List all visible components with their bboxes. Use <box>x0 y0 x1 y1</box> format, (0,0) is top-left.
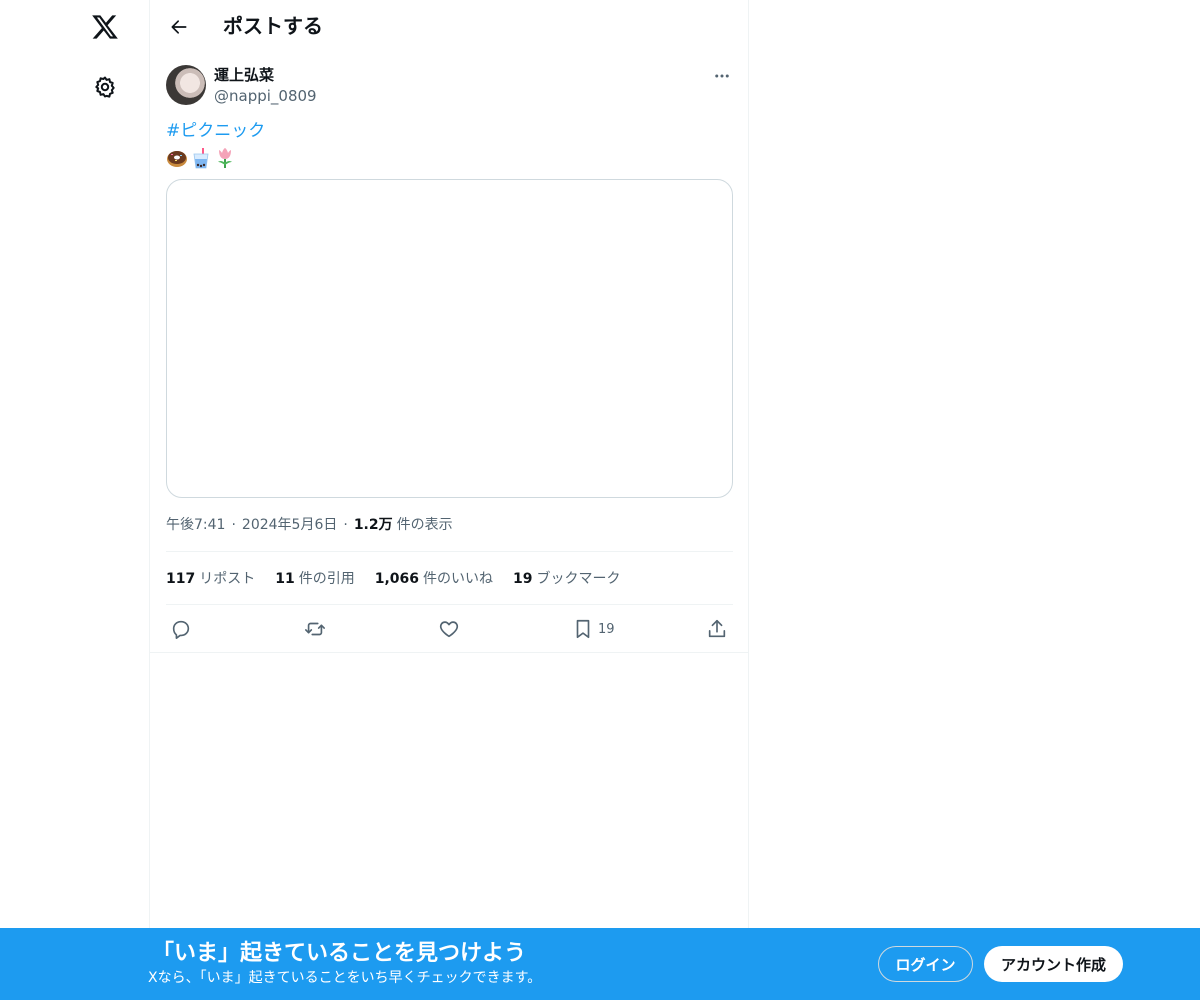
more-options-button[interactable] <box>710 64 734 88</box>
stat-number: 19 <box>513 571 533 587</box>
stat-label: 件のいいね <box>423 571 494 587</box>
repost-icon <box>305 622 325 636</box>
post-date[interactable]: 2024年5月6日 <box>242 515 337 535</box>
avatar[interactable] <box>166 65 206 105</box>
reply-icon <box>172 620 190 639</box>
back-button[interactable] <box>162 10 196 44</box>
bubble-tea-emoji-icon <box>190 147 212 169</box>
divider <box>150 652 748 653</box>
hashtag-link[interactable]: #ピクニック <box>166 121 265 141</box>
share-button[interactable] <box>706 612 728 646</box>
stat-number: 1,066 <box>374 571 420 587</box>
stat-label: ブックマーク <box>536 571 621 587</box>
gear-icon[interactable] <box>88 70 122 104</box>
post-actions: 19 <box>166 612 734 646</box>
stat-number: 11 <box>275 571 295 587</box>
banner-title: 「いま」起きていることを見つけよう <box>152 941 527 966</box>
heart-icon <box>439 621 459 638</box>
share-icon <box>708 619 726 638</box>
post-author: 運上弘菜 @nappi_0809 <box>166 64 734 108</box>
reply-button[interactable] <box>170 612 192 646</box>
post-time[interactable]: 午後7:41 <box>166 515 225 535</box>
left-nav <box>0 0 150 1000</box>
tulip-emoji-icon <box>214 147 236 169</box>
x-logo-icon[interactable] <box>88 10 122 44</box>
stat-likes[interactable]: 1,066 件のいいね <box>375 568 493 590</box>
more-icon <box>715 74 729 78</box>
media-image[interactable] <box>166 179 733 498</box>
post-meta: 午後7:41 · 2024年5月6日 · 1.2万 件の表示 <box>166 515 453 535</box>
separator-dot: · <box>231 517 236 533</box>
stat-label: 件の引用 <box>298 571 355 587</box>
author-name[interactable]: 運上弘菜 <box>214 65 274 85</box>
doughnut-emoji-icon <box>166 147 188 169</box>
stat-quotes[interactable]: 11 件の引用 <box>275 568 354 590</box>
separator-dot: · <box>343 517 348 533</box>
main-column: ポストする 運上弘菜 @nappi_0809 #ピクニック 午後7:41 · 2… <box>149 0 749 1000</box>
repost-button[interactable] <box>304 612 326 646</box>
divider <box>166 551 733 552</box>
bookmark-button[interactable]: 19 <box>572 612 615 646</box>
author-handle[interactable]: @nappi_0809 <box>214 86 317 106</box>
stat-label: リポスト <box>199 571 256 587</box>
divider <box>166 604 733 605</box>
page-header: ポストする <box>150 0 748 53</box>
login-button[interactable]: ログイン <box>878 946 973 982</box>
stat-reposts[interactable]: 117 リポスト <box>166 568 255 590</box>
post-stats: 117 リポスト 11 件の引用 1,066 件のいいね 19 ブックマーク <box>166 568 621 590</box>
emoji-row <box>166 146 236 170</box>
banner-subtitle: Xなら、「いま」起きていることをいち早くチェックできます。 <box>148 970 542 986</box>
post-text: #ピクニック <box>166 119 265 143</box>
bookmark-icon <box>576 619 590 639</box>
page-title: ポストする <box>223 14 323 38</box>
signup-button[interactable]: アカウント作成 <box>984 946 1123 982</box>
stat-number: 117 <box>166 571 196 587</box>
views-count: 1.2万 <box>353 517 393 533</box>
bookmark-count: 19 <box>598 621 615 637</box>
views-label: 件の表示 <box>396 517 453 533</box>
arrow-left-icon <box>171 20 187 34</box>
stat-bookmarks[interactable]: 19 ブックマーク <box>513 568 620 590</box>
like-button[interactable] <box>438 612 460 646</box>
